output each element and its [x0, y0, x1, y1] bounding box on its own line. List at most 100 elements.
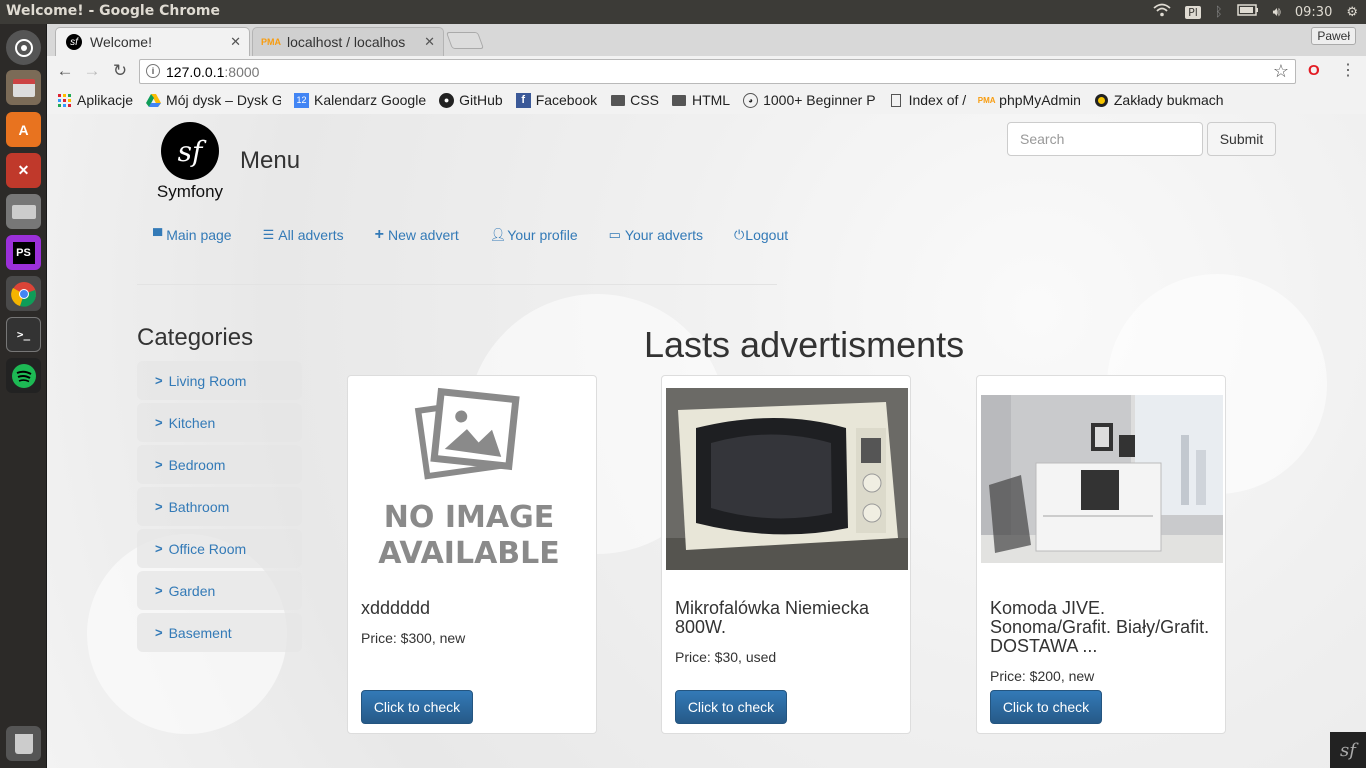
nav-logout[interactable]: ⏻ Logout [734, 226, 788, 244]
folder-icon [610, 93, 625, 108]
category-living-room[interactable]: > Living Room [137, 361, 302, 400]
click-to-check-button[interactable]: Click to check [675, 690, 787, 724]
phpstorm-icon[interactable]: PS [6, 235, 41, 270]
microwave-image[interactable] [666, 388, 908, 570]
keyboard-layout-indicator[interactable]: Pl [1185, 5, 1201, 19]
nav-your-profile[interactable]: 👤︎ Your profile [490, 226, 578, 244]
reload-icon[interactable]: ↻ [108, 60, 132, 82]
power-icon: ⏻ [734, 227, 745, 242]
list-icon: ☰ [262, 227, 275, 242]
nav-label: Logout [745, 227, 789, 243]
url-port: :8000 [224, 63, 260, 80]
phpmyadmin-icon: PMA [261, 37, 281, 47]
advert-title[interactable]: Komoda JIVE. Sonoma/Grafit. Biały/Grafit… [990, 599, 1220, 656]
adverts-title: Lasts advertisments [644, 324, 965, 365]
nav-all-adverts[interactable]: ☰ All adverts [263, 226, 344, 244]
tab-welcome[interactable]: sf Welcome! ✕ [55, 27, 250, 56]
nav-label: All adverts [278, 227, 344, 243]
symfony-toolbar-toggle[interactable]: sf [1330, 732, 1366, 768]
drive-icon[interactable] [6, 194, 41, 229]
nav-main-page[interactable]: ▀ Main page [153, 226, 232, 244]
no-image-placeholder[interactable]: NO IMAGE AVAILABLE [352, 382, 594, 582]
bookmark-css-folder[interactable]: CSS [610, 92, 659, 108]
category-label: Living Room [168, 372, 247, 389]
facebook-icon: f [515, 92, 531, 108]
clock[interactable]: 09:30 [1295, 5, 1332, 20]
unity-launcher: A ✕ PS >_ [0, 24, 47, 768]
advert-price: Price: $30, used [675, 649, 777, 665]
bookmark-reddit[interactable]: ◕ 1000+ Beginner P [743, 92, 876, 108]
close-icon[interactable]: ✕ [424, 34, 435, 50]
tab-title: Welcome! [90, 34, 152, 50]
category-bedroom[interactable]: > Bedroom [137, 445, 302, 484]
chevron-right-icon: > [155, 373, 163, 388]
category-kitchen[interactable]: > Kitchen [137, 403, 302, 442]
system-settings-icon[interactable]: ✕ [6, 153, 41, 188]
bookmark-calendar[interactable]: 12 Kalendarz Google [294, 92, 426, 108]
chevron-right-icon: > [155, 583, 163, 598]
spotify-icon[interactable] [6, 358, 41, 393]
back-icon[interactable]: ← [53, 60, 77, 82]
gear-icon[interactable]: ⚙ [1346, 5, 1358, 20]
software-center-icon[interactable]: A [6, 112, 41, 147]
bookmark-star-icon[interactable]: ☆ [1273, 61, 1289, 82]
chrome-icon[interactable] [6, 276, 41, 311]
address-bar[interactable]: i 127.0.0.1:8000 ☆ [139, 59, 1296, 84]
browser-toolbar: ← → ↻ i 127.0.0.1:8000 ☆ O ⋮ [47, 56, 1366, 86]
bookmark-github[interactable]: ● GitHub [439, 92, 503, 108]
dash-home-icon[interactable] [6, 30, 41, 65]
opera-extension-icon[interactable]: O [1308, 62, 1320, 79]
category-basement[interactable]: > Basement [137, 613, 302, 652]
submit-button[interactable]: Submit [1207, 122, 1276, 156]
advert-title[interactable]: xdddddd [361, 599, 591, 618]
chevron-right-icon: > [155, 415, 163, 430]
browser-chrome: sf Welcome! ✕ PMA localhost / localhos ✕… [47, 24, 1366, 114]
info-icon[interactable]: i [146, 64, 160, 78]
symfony-logo-icon: sf [161, 122, 219, 180]
no-image-text: AVAILABLE [378, 536, 560, 571]
url-host: 127.0.0.1 [166, 63, 225, 80]
nav-your-adverts[interactable]: ▭ Your adverts [609, 226, 703, 244]
click-to-check-button[interactable]: Click to check [990, 690, 1102, 724]
advert-price: Price: $200, new [990, 668, 1095, 684]
profile-button[interactable]: Paweł [1311, 27, 1356, 45]
bookmark-apps[interactable]: Aplikacje [57, 92, 133, 108]
category-list: > Living Room > Kitchen > Bedroom > Bathroom… [137, 361, 302, 655]
files-icon[interactable] [6, 70, 41, 105]
bookmark-index[interactable]: Index of / [889, 92, 966, 108]
bookmark-html-folder[interactable]: HTML [672, 92, 730, 108]
close-icon[interactable]: ✕ [230, 34, 241, 50]
circle-icon [1094, 93, 1109, 108]
forward-icon[interactable]: → [80, 60, 104, 82]
category-garden[interactable]: > Garden [137, 571, 302, 610]
trash-icon[interactable] [6, 726, 41, 761]
bluetooth-icon[interactable]: ᛒ [1215, 5, 1223, 20]
advert-title[interactable]: Mikrofalówka Niemiecka 800W. [675, 599, 905, 637]
tab-phpmyadmin[interactable]: PMA localhost / localhos ✕ [252, 27, 444, 56]
category-bathroom[interactable]: > Bathroom [137, 487, 302, 526]
symfony-logo[interactable]: sf Symfony [151, 122, 229, 206]
wifi-icon[interactable] [1153, 3, 1171, 21]
bookmark-zaklady[interactable]: Zakłady bukmach [1094, 92, 1224, 108]
chevron-right-icon: > [155, 457, 163, 472]
menu-icon[interactable]: ⋮ [1340, 60, 1356, 80]
terminal-icon[interactable]: >_ [6, 317, 41, 352]
new-tab-button[interactable] [445, 32, 485, 49]
nav-new-advert[interactable]: + New advert [375, 226, 459, 244]
bookmark-facebook[interactable]: f Facebook [515, 92, 597, 108]
bookmark-drive[interactable]: Mój dysk – Dysk G [146, 92, 281, 108]
chair-icon: ▀ [153, 227, 163, 243]
chevron-right-icon: > [155, 499, 163, 514]
search-input[interactable]: Search [1007, 122, 1203, 156]
category-office-room[interactable]: > Office Room [137, 529, 302, 568]
dresser-image[interactable] [981, 395, 1223, 563]
advert-price: Price: $300, new [361, 630, 466, 646]
click-to-check-button[interactable]: Click to check [361, 690, 473, 724]
volume-icon[interactable]: 🔊︎ [1273, 5, 1281, 20]
bookmark-label: phpMyAdmin [999, 92, 1081, 108]
plus-icon: + [374, 226, 384, 243]
bookmark-phpmyadmin[interactable]: PMA phpMyAdmin [978, 92, 1081, 108]
categories-title: Categories [137, 324, 254, 351]
bookmark-label: Kalendarz Google [314, 92, 427, 108]
battery-icon[interactable] [1236, 4, 1259, 20]
